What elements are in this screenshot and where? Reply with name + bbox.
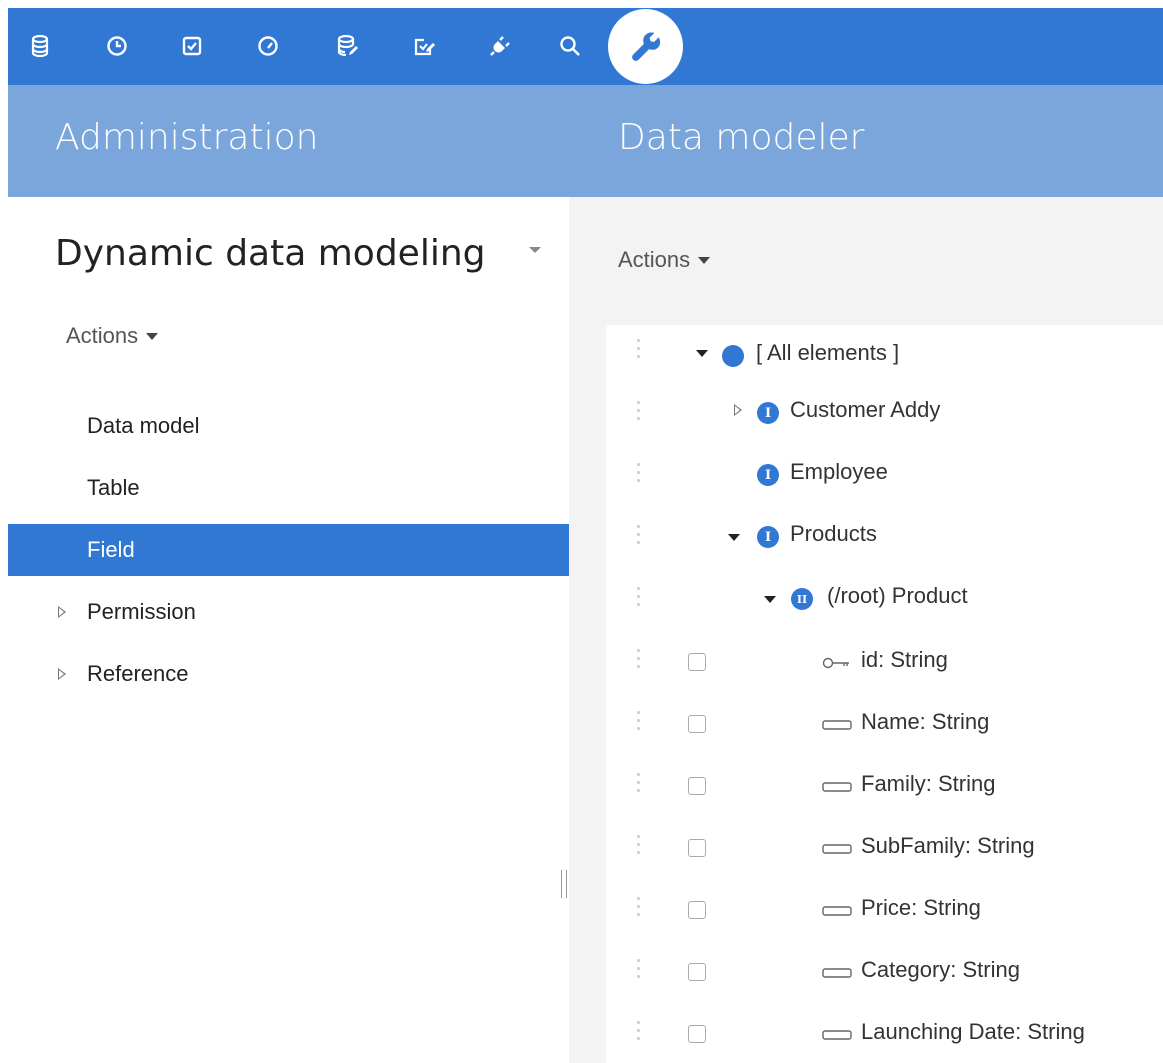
- tree-item-label: Category: String: [861, 957, 1020, 982]
- drag-handle-icon[interactable]: [637, 897, 641, 923]
- expand-right-icon[interactable]: [734, 404, 742, 416]
- collapse-icon[interactable]: [764, 596, 776, 603]
- nav-item-field[interactable]: Field: [8, 524, 569, 576]
- tree-item-label: Launching Date: String: [861, 1019, 1085, 1044]
- tree-item-label: Price: String: [861, 895, 981, 920]
- tree-item-label: Products: [790, 521, 877, 546]
- entity-badge-icon: I: [757, 464, 779, 486]
- drag-handle-icon[interactable]: [637, 339, 641, 365]
- row-checkbox[interactable]: [688, 963, 706, 981]
- nav-item-table[interactable]: Table: [8, 462, 569, 514]
- row-checkbox[interactable]: [688, 715, 706, 733]
- tree-row[interactable]: Family: String: [606, 759, 1163, 821]
- nav-item-label: Field: [87, 537, 135, 562]
- collapse-icon[interactable]: [696, 350, 708, 357]
- tree-item-label: Customer Addy: [790, 397, 941, 422]
- gauge-icon[interactable]: [250, 28, 286, 64]
- drag-handle-icon[interactable]: [637, 401, 641, 427]
- search-icon[interactable]: [552, 28, 588, 64]
- model-title: Dynamic data modeling: [55, 233, 486, 274]
- field-icon: [822, 782, 852, 792]
- drag-handle-icon[interactable]: [637, 1021, 641, 1047]
- nav-item-data-model[interactable]: Data model: [8, 400, 569, 452]
- tree-row[interactable]: I Products: [606, 511, 1163, 573]
- expand-right-icon[interactable]: [58, 668, 66, 680]
- expand-right-icon[interactable]: [58, 606, 66, 618]
- caret-down-icon: [698, 256, 711, 264]
- left-actions-menu[interactable]: Actions: [66, 323, 159, 349]
- tree-row[interactable]: II (/root) Product: [606, 573, 1163, 635]
- table-badge-icon: II: [791, 588, 813, 610]
- drag-handle-icon[interactable]: [637, 525, 641, 551]
- nav-item-label: Data model: [87, 413, 200, 438]
- field-icon: [822, 906, 852, 916]
- tree-row[interactable]: id: String: [606, 635, 1163, 697]
- tree-item-label: (/root) Product: [827, 583, 968, 608]
- key-field-icon: [822, 657, 849, 669]
- checkbox-icon[interactable]: [174, 28, 210, 64]
- tree-row[interactable]: Name: String: [606, 697, 1163, 759]
- checkbox-edit-icon[interactable]: [406, 28, 442, 64]
- tree-row[interactable]: SubFamily: String: [606, 821, 1163, 883]
- field-icon: [822, 1030, 852, 1040]
- nav-item-label: Permission: [87, 599, 196, 624]
- nav-item-permission[interactable]: Permission: [8, 586, 569, 638]
- field-icon: [822, 844, 852, 854]
- database-icon[interactable]: [22, 28, 58, 64]
- database-edit-icon[interactable]: [329, 28, 365, 64]
- tree-item-label: id: String: [861, 647, 948, 672]
- field-icon: [822, 968, 852, 978]
- right-actions-menu[interactable]: Actions: [618, 247, 711, 273]
- drag-handle-icon[interactable]: [637, 959, 641, 985]
- wrench-icon[interactable]: [608, 9, 683, 84]
- collapse-icon[interactable]: [728, 534, 740, 541]
- row-checkbox[interactable]: [688, 777, 706, 795]
- field-icon: [822, 720, 852, 730]
- clock-icon[interactable]: [99, 28, 135, 64]
- drag-handle-icon[interactable]: [637, 711, 641, 737]
- panel-resize-handle[interactable]: [561, 870, 567, 898]
- tree-item-label: Family: String: [861, 771, 996, 796]
- data-model-tree: [ All elements ] I Customer Addy I Emplo…: [606, 325, 1163, 1063]
- drag-handle-icon[interactable]: [637, 835, 641, 861]
- tree-item-label: SubFamily: String: [861, 833, 1035, 858]
- row-checkbox[interactable]: [688, 1025, 706, 1043]
- tree-item-label: Employee: [790, 459, 888, 484]
- row-checkbox[interactable]: [688, 901, 706, 919]
- caret-down-icon: [146, 332, 159, 340]
- section-title: Administration: [55, 117, 319, 158]
- model-dropdown-icon[interactable]: [529, 247, 541, 253]
- drag-handle-icon[interactable]: [637, 587, 641, 613]
- tree-row[interactable]: [ All elements ]: [606, 325, 1163, 387]
- right-panel: Actions [ All elements ] I Customer Addy…: [569, 197, 1163, 1063]
- top-toolbar: [8, 8, 1163, 85]
- drag-handle-icon[interactable]: [637, 773, 641, 799]
- drag-handle-icon[interactable]: [637, 463, 641, 489]
- row-checkbox[interactable]: [688, 653, 706, 671]
- tree-item-label: [ All elements ]: [756, 340, 900, 365]
- page-title: Data modeler: [618, 117, 865, 158]
- tree-row[interactable]: Launching Date: String: [606, 1007, 1163, 1063]
- row-checkbox[interactable]: [688, 839, 706, 857]
- tree-row[interactable]: I Customer Addy: [606, 387, 1163, 449]
- nav-item-label: Reference: [87, 661, 189, 686]
- section-header: Administration Data modeler: [8, 85, 1163, 197]
- entity-badge-icon: I: [757, 402, 779, 424]
- actions-label: Actions: [66, 323, 139, 348]
- drag-handle-icon[interactable]: [637, 649, 641, 675]
- nav-item-label: Table: [87, 475, 140, 500]
- tree-item-label: Name: String: [861, 709, 990, 734]
- plug-icon[interactable]: [482, 28, 518, 64]
- actions-label: Actions: [618, 247, 691, 272]
- dot-icon: [722, 345, 744, 367]
- tree-row[interactable]: I Employee: [606, 449, 1163, 511]
- tree-row[interactable]: Price: String: [606, 883, 1163, 945]
- tree-row[interactable]: Category: String: [606, 945, 1163, 1007]
- entity-badge-icon: I: [757, 526, 779, 548]
- nav-item-reference[interactable]: Reference: [8, 648, 569, 700]
- left-panel: Dynamic data modeling Actions Data model…: [8, 197, 569, 1063]
